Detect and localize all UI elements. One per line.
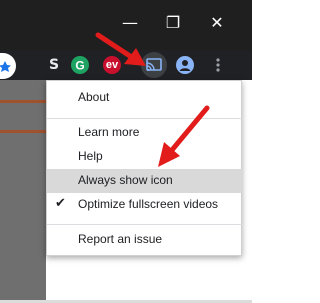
- menu-item-report-an-issue[interactable]: Report an issue: [47, 228, 243, 252]
- expressvpn-icon[interactable]: ev: [103, 56, 121, 74]
- menu-item-label: Help: [78, 149, 103, 163]
- menu-item-label: About: [78, 90, 110, 104]
- page-stripe: [0, 100, 46, 103]
- minimize-button[interactable]: —: [120, 13, 140, 33]
- menu-item-about[interactable]: About: [47, 86, 243, 110]
- window-title-bar: — ❐ ✕: [0, 0, 252, 50]
- menu-item-label: Report an issue: [78, 232, 163, 246]
- menu-item-label: Always show icon: [78, 173, 173, 187]
- grammarly-glyph: G: [75, 59, 84, 73]
- menu-separator: [47, 118, 243, 119]
- cast-icon: [146, 58, 162, 71]
- star-icon[interactable]: [0, 53, 16, 79]
- cast-context-menu: About Learn more Help Always show icon ✔…: [46, 80, 243, 256]
- page-stripe: [0, 130, 46, 133]
- menu-item-label: Learn more: [78, 125, 140, 139]
- cast-button[interactable]: [141, 52, 167, 78]
- menu-separator: [47, 224, 243, 225]
- menu-item-help[interactable]: Help: [47, 145, 243, 169]
- kebab-menu-icon: [216, 58, 220, 72]
- browser-menu-button[interactable]: [212, 56, 224, 74]
- restore-button[interactable]: ❐: [163, 13, 183, 33]
- address-bar[interactable]: [0, 53, 16, 79]
- page-content: [0, 80, 46, 300]
- menu-item-optimize-fullscreen-videos[interactable]: ✔ Optimize fullscreen videos: [47, 193, 243, 217]
- menu-item-label: Optimize fullscreen videos: [78, 197, 219, 211]
- menu-item-learn-more[interactable]: Learn more: [47, 121, 243, 145]
- checkmark-icon: ✔: [55, 196, 66, 211]
- profile-icon: [179, 60, 191, 71]
- menu-item-always-show-icon[interactable]: Always show icon: [47, 169, 243, 193]
- browser-toolbar: S G ev: [0, 50, 252, 80]
- profile-button[interactable]: [176, 56, 194, 74]
- close-button[interactable]: ✕: [207, 13, 227, 33]
- s-extension-icon[interactable]: S: [45, 56, 63, 74]
- grammarly-g-icon: G: [75, 59, 84, 73]
- grammarly-icon[interactable]: G: [71, 56, 89, 74]
